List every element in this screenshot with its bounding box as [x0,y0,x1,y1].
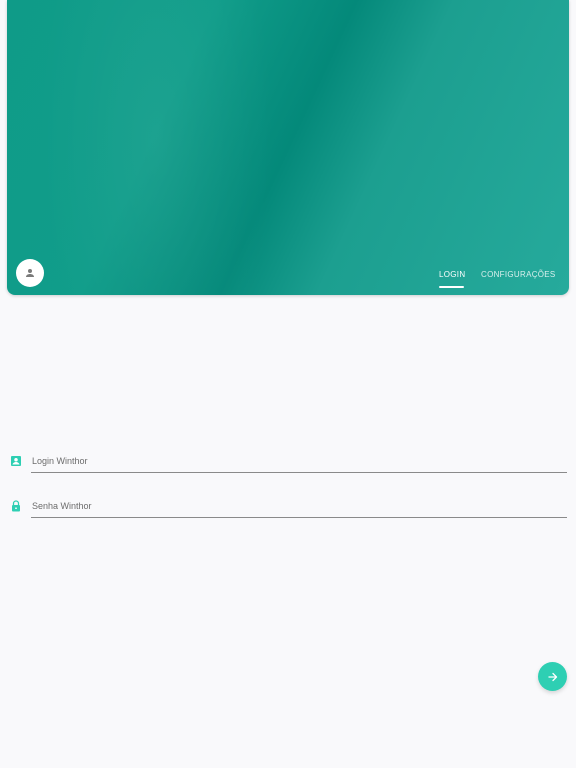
tab-configuracoes[interactable]: CONFIGURAÇÕES [481,262,556,287]
lock-icon [10,500,22,512]
arrow-right-icon [547,671,559,683]
password-input[interactable] [31,496,567,518]
header-tabs: LOGIN CONFIGURAÇÕES [7,262,569,290]
active-tab-indicator [439,286,464,288]
login-input[interactable] [31,451,567,473]
header-banner: LOGIN CONFIGURAÇÕES [7,0,569,295]
submit-button[interactable] [538,662,567,691]
password-field [0,495,576,525]
login-field [0,450,576,480]
tab-login[interactable]: LOGIN [439,262,465,287]
account-box-icon [10,455,22,467]
login-page: LOGIN CONFIGURAÇÕES [0,0,576,768]
